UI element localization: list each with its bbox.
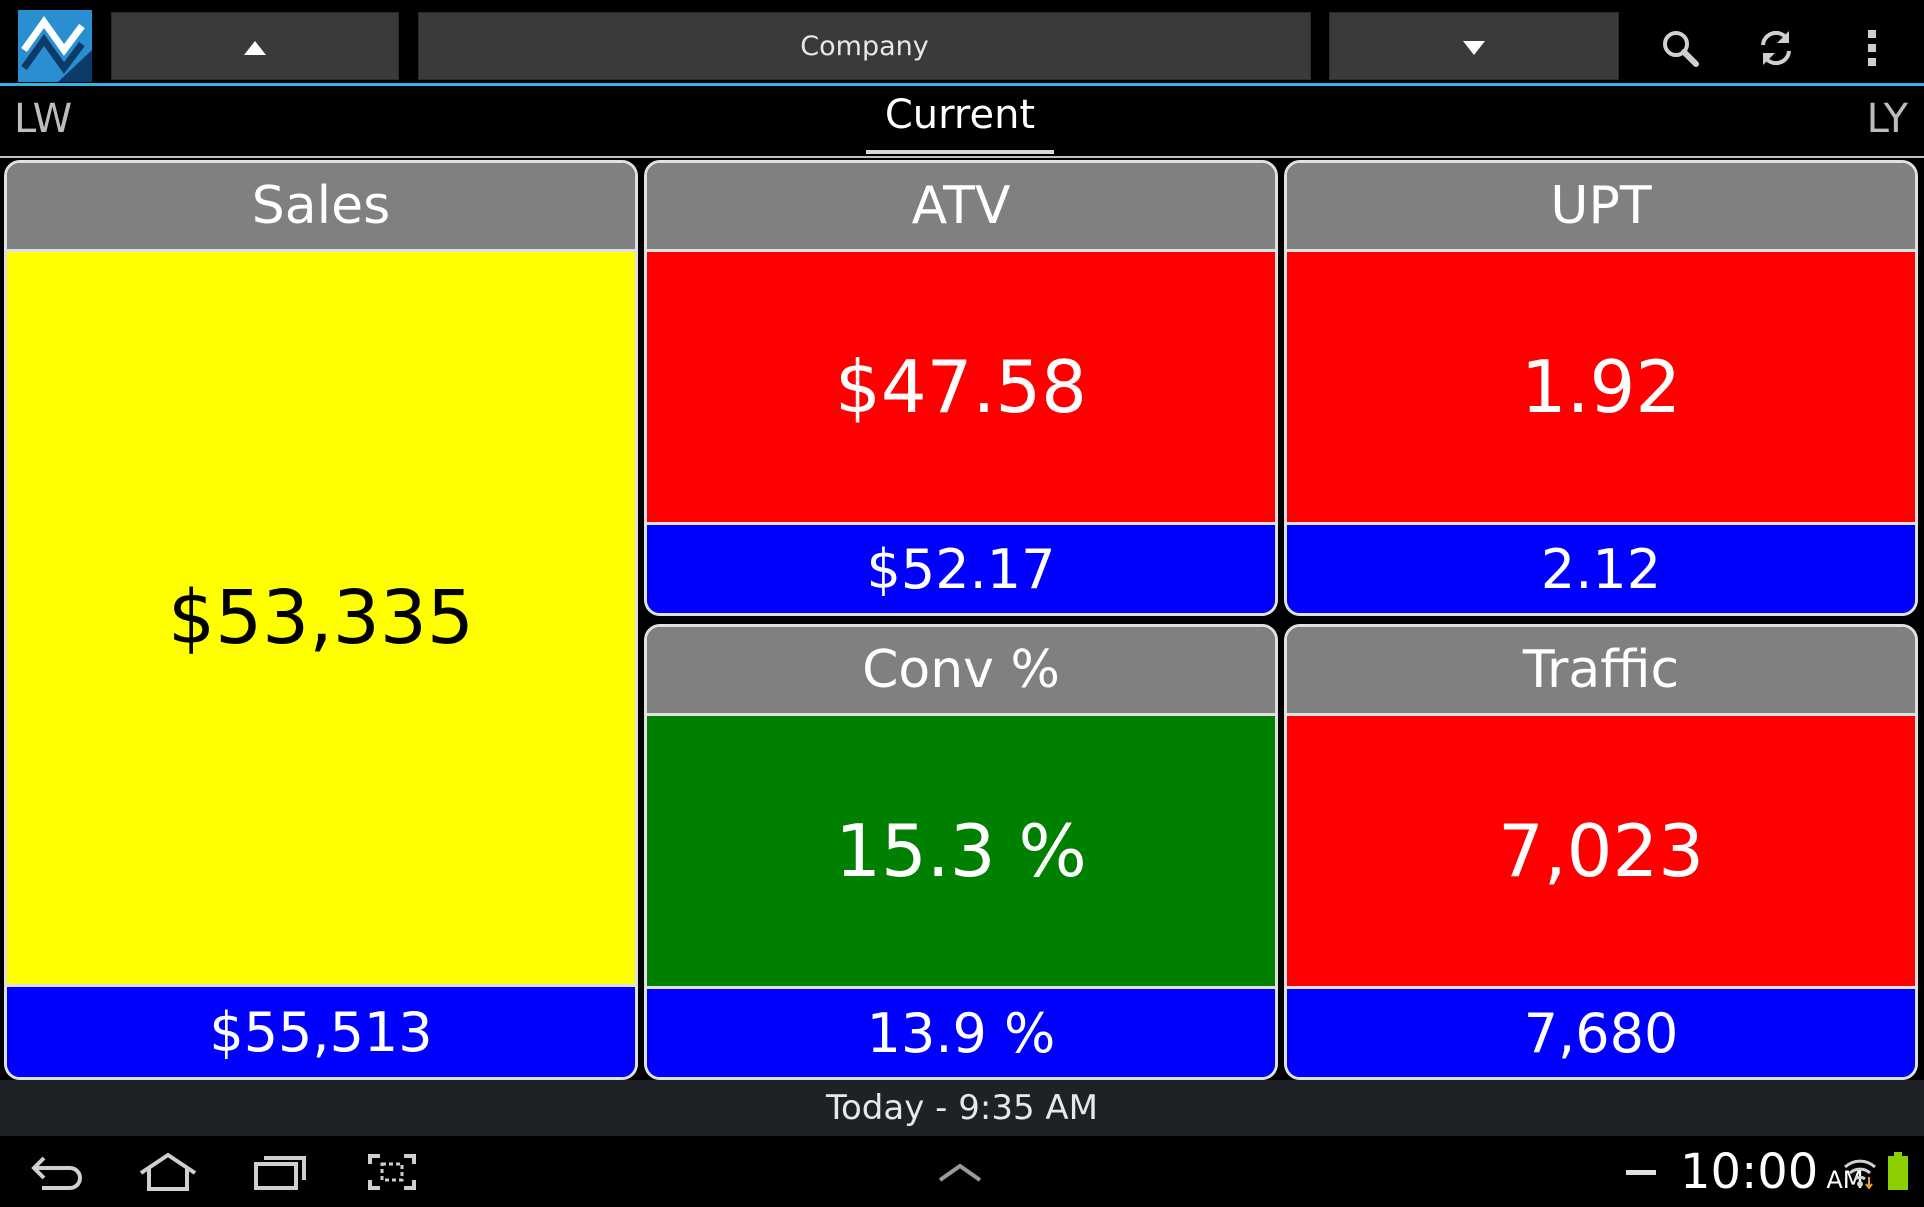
tile-sales[interactable]: Sales $53,335 $55,513 (4, 160, 638, 1080)
previous-button[interactable] (111, 12, 399, 80)
recent-apps-icon[interactable] (240, 1144, 320, 1200)
tile-compare-value: $52.17 (647, 525, 1275, 613)
tile-atv[interactable]: ATV $47.58 $52.17 (644, 160, 1278, 616)
chevron-up-icon[interactable] (920, 1144, 1000, 1200)
tile-upt[interactable]: UPT 1.92 2.12 (1284, 160, 1918, 616)
tile-value: 7,023 (1287, 716, 1915, 989)
action-bar: Company (0, 0, 1924, 86)
company-selector[interactable]: Company (418, 12, 1311, 80)
tile-conversion[interactable]: Conv % 15.3 % 13.9 % (644, 624, 1278, 1080)
home-icon[interactable] (128, 1144, 208, 1200)
caret-up-icon (244, 31, 266, 62)
notification-dash-icon[interactable] (1616, 1144, 1666, 1200)
last-updated-text: Today - 9:35 AM (0, 1080, 1924, 1136)
tab-last-year[interactable]: LY (1867, 96, 1908, 142)
tile-value: $47.58 (647, 252, 1275, 525)
tile-compare-value: 2.12 (1287, 525, 1915, 613)
screenshot-icon[interactable] (352, 1144, 432, 1200)
system-clock: 10:00 AM (1680, 1144, 1863, 1200)
battery-icon (1878, 1144, 1918, 1200)
tile-title: ATV (647, 163, 1275, 252)
period-tabs: LW Current LY (0, 86, 1924, 158)
search-icon[interactable] (1650, 18, 1710, 78)
refresh-icon[interactable] (1746, 18, 1806, 78)
tab-last-week[interactable]: LW (14, 96, 72, 142)
tab-current[interactable]: Current (866, 92, 1054, 154)
tile-value: 1.92 (1287, 252, 1915, 525)
next-button[interactable] (1329, 12, 1619, 80)
tile-title: UPT (1287, 163, 1915, 252)
tile-traffic[interactable]: Traffic 7,023 7,680 (1284, 624, 1918, 1080)
more-vert-icon[interactable] (1842, 18, 1902, 78)
app-root: Company LW Current LY Sales $53,335 $55,… (0, 0, 1924, 1207)
tile-title: Traffic (1287, 627, 1915, 716)
clock-time: 10:00 (1680, 1144, 1819, 1200)
tile-title: Sales (7, 163, 635, 252)
tile-value: $53,335 (7, 252, 635, 987)
back-icon[interactable] (18, 1144, 98, 1200)
tile-compare-value: $55,513 (7, 987, 635, 1077)
app-logo-icon[interactable] (18, 10, 92, 82)
tile-compare-value: 13.9 % (647, 989, 1275, 1077)
caret-down-icon (1463, 31, 1485, 62)
tile-title: Conv % (647, 627, 1275, 716)
system-nav-bar: 10:00 AM (0, 1136, 1924, 1207)
company-label: Company (800, 30, 929, 62)
wifi-icon (1838, 1144, 1882, 1200)
tile-value: 15.3 % (647, 716, 1275, 989)
tile-compare-value: 7,680 (1287, 989, 1915, 1077)
